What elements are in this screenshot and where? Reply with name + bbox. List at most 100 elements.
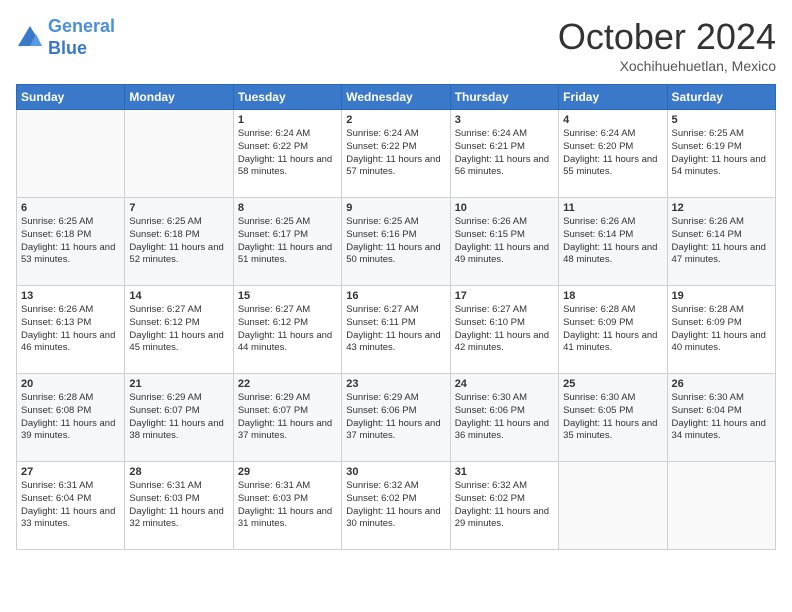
- logo: General Blue: [16, 16, 115, 59]
- calendar-cell: 17 Sunrise: 6:27 AM Sunset: 6:10 PM Dayli…: [450, 286, 558, 374]
- day-number: 6: [21, 202, 120, 214]
- day-number: 13: [21, 290, 120, 302]
- calendar-cell: 18 Sunrise: 6:28 AM Sunset: 6:09 PM Dayli…: [559, 286, 667, 374]
- calendar-week-row: 27 Sunrise: 6:31 AM Sunset: 6:04 PM Dayli…: [17, 462, 776, 550]
- weekday-header: Tuesday: [233, 85, 341, 110]
- calendar-cell: 30Sunrise: 6:32 AM Sunset: 6:02 PM Dayli…: [342, 462, 450, 550]
- logo-icon: [16, 24, 44, 52]
- calendar-cell: 21 Sunrise: 6:29 AM Sunset: 6:07 PM Dayli…: [125, 374, 233, 462]
- weekday-header: Sunday: [17, 85, 125, 110]
- calendar-cell: [559, 462, 667, 550]
- cell-content: Sunrise: 6:27 AM Sunset: 6:11 PM Dayligh…: [346, 304, 445, 355]
- calendar-cell: 28 Sunrise: 6:31 AM Sunset: 6:03 PM Dayli…: [125, 462, 233, 550]
- cell-content: Sunrise: 6:25 AM Sunset: 6:18 PM Dayligh…: [21, 216, 120, 267]
- day-number: 16: [346, 290, 445, 302]
- cell-content: Sunrise: 6:24 AM Sunset: 6:21 PM Dayligh…: [455, 128, 554, 179]
- day-number: 10: [455, 202, 554, 214]
- cell-content: Sunrise: 6:25 AM Sunset: 6:19 PM Dayligh…: [672, 128, 771, 179]
- title-block: October 2024 Xochihuehuetlan, Mexico: [558, 16, 776, 74]
- cell-content: Sunrise: 6:30 AM Sunset: 6:06 PM Dayligh…: [455, 392, 554, 443]
- calendar-cell: 22Sunrise: 6:29 AM Sunset: 6:07 PM Dayli…: [233, 374, 341, 462]
- day-number: 1: [238, 114, 337, 126]
- calendar-cell: [17, 110, 125, 198]
- cell-content: Sunrise: 6:32 AM Sunset: 6:02 PM Dayligh…: [346, 480, 445, 531]
- calendar-cell: 31 Sunrise: 6:32 AM Sunset: 6:02 PM Dayli…: [450, 462, 558, 550]
- location: Xochihuehuetlan, Mexico: [558, 58, 776, 74]
- calendar-cell: 3 Sunrise: 6:24 AM Sunset: 6:21 PM Daylig…: [450, 110, 558, 198]
- calendar-body: 1 Sunrise: 6:24 AM Sunset: 6:22 PM Daylig…: [17, 110, 776, 550]
- cell-content: Sunrise: 6:31 AM Sunset: 6:03 PM Dayligh…: [129, 480, 228, 531]
- calendar-cell: 20 Sunrise: 6:28 AM Sunset: 6:08 PM Dayli…: [17, 374, 125, 462]
- calendar-cell: 2 Sunrise: 6:24 AM Sunset: 6:22 PM Daylig…: [342, 110, 450, 198]
- day-number: 21: [129, 378, 228, 390]
- logo-line1: General: [48, 16, 115, 36]
- calendar-cell: 6 Sunrise: 6:25 AM Sunset: 6:18 PM Daylig…: [17, 198, 125, 286]
- month-title: October 2024: [558, 16, 776, 58]
- weekday-row: SundayMondayTuesdayWednesdayThursdayFrid…: [17, 85, 776, 110]
- day-number: 11: [563, 202, 662, 214]
- calendar-cell: [667, 462, 775, 550]
- cell-content: Sunrise: 6:27 AM Sunset: 6:12 PM Dayligh…: [238, 304, 337, 355]
- day-number: 14: [129, 290, 228, 302]
- calendar-header: SundayMondayTuesdayWednesdayThursdayFrid…: [17, 85, 776, 110]
- calendar-week-row: 20 Sunrise: 6:28 AM Sunset: 6:08 PM Dayli…: [17, 374, 776, 462]
- day-number: 17: [455, 290, 554, 302]
- calendar-cell: [125, 110, 233, 198]
- cell-content: Sunrise: 6:28 AM Sunset: 6:08 PM Dayligh…: [21, 392, 120, 443]
- day-number: 23: [346, 378, 445, 390]
- day-number: 27: [21, 466, 120, 478]
- cell-content: Sunrise: 6:29 AM Sunset: 6:07 PM Dayligh…: [129, 392, 228, 443]
- calendar-cell: 8 Sunrise: 6:25 AM Sunset: 6:17 PM Daylig…: [233, 198, 341, 286]
- calendar-table: SundayMondayTuesdayWednesdayThursdayFrid…: [16, 84, 776, 550]
- cell-content: Sunrise: 6:24 AM Sunset: 6:20 PM Dayligh…: [563, 128, 662, 179]
- weekday-header: Saturday: [667, 85, 775, 110]
- cell-content: Sunrise: 6:27 AM Sunset: 6:10 PM Dayligh…: [455, 304, 554, 355]
- day-number: 18: [563, 290, 662, 302]
- day-number: 28: [129, 466, 228, 478]
- cell-content: Sunrise: 6:28 AM Sunset: 6:09 PM Dayligh…: [672, 304, 771, 355]
- cell-content: Sunrise: 6:26 AM Sunset: 6:14 PM Dayligh…: [563, 216, 662, 267]
- day-number: 7: [129, 202, 228, 214]
- day-number: 4: [563, 114, 662, 126]
- calendar-cell: 4 Sunrise: 6:24 AM Sunset: 6:20 PM Daylig…: [559, 110, 667, 198]
- cell-content: Sunrise: 6:31 AM Sunset: 6:04 PM Dayligh…: [21, 480, 120, 531]
- day-number: 29: [238, 466, 337, 478]
- calendar-week-row: 6 Sunrise: 6:25 AM Sunset: 6:18 PM Daylig…: [17, 198, 776, 286]
- cell-content: Sunrise: 6:30 AM Sunset: 6:05 PM Dayligh…: [563, 392, 662, 443]
- day-number: 31: [455, 466, 554, 478]
- weekday-header: Thursday: [450, 85, 558, 110]
- calendar-cell: 10Sunrise: 6:26 AM Sunset: 6:15 PM Dayli…: [450, 198, 558, 286]
- day-number: 2: [346, 114, 445, 126]
- cell-content: Sunrise: 6:25 AM Sunset: 6:18 PM Dayligh…: [129, 216, 228, 267]
- cell-content: Sunrise: 6:30 AM Sunset: 6:04 PM Dayligh…: [672, 392, 771, 443]
- calendar-cell: 15 Sunrise: 6:27 AM Sunset: 6:12 PM Dayli…: [233, 286, 341, 374]
- cell-content: Sunrise: 6:25 AM Sunset: 6:17 PM Dayligh…: [238, 216, 337, 267]
- day-number: 5: [672, 114, 771, 126]
- calendar-cell: 26 Sunrise: 6:30 AM Sunset: 6:04 PM Dayli…: [667, 374, 775, 462]
- cell-content: Sunrise: 6:24 AM Sunset: 6:22 PM Dayligh…: [346, 128, 445, 179]
- calendar-week-row: 1 Sunrise: 6:24 AM Sunset: 6:22 PM Daylig…: [17, 110, 776, 198]
- day-number: 15: [238, 290, 337, 302]
- calendar-cell: 5 Sunrise: 6:25 AM Sunset: 6:19 PM Daylig…: [667, 110, 775, 198]
- cell-content: Sunrise: 6:31 AM Sunset: 6:03 PM Dayligh…: [238, 480, 337, 531]
- cell-content: Sunrise: 6:24 AM Sunset: 6:22 PM Dayligh…: [238, 128, 337, 179]
- calendar-cell: 23Sunrise: 6:29 AM Sunset: 6:06 PM Dayli…: [342, 374, 450, 462]
- cell-content: Sunrise: 6:32 AM Sunset: 6:02 PM Dayligh…: [455, 480, 554, 531]
- calendar-week-row: 13Sunrise: 6:26 AM Sunset: 6:13 PM Dayli…: [17, 286, 776, 374]
- calendar-cell: 16 Sunrise: 6:27 AM Sunset: 6:11 PM Dayli…: [342, 286, 450, 374]
- calendar-cell: 1 Sunrise: 6:24 AM Sunset: 6:22 PM Daylig…: [233, 110, 341, 198]
- day-number: 25: [563, 378, 662, 390]
- calendar-cell: 12Sunrise: 6:26 AM Sunset: 6:14 PM Dayli…: [667, 198, 775, 286]
- day-number: 3: [455, 114, 554, 126]
- day-number: 9: [346, 202, 445, 214]
- calendar-cell: 29 Sunrise: 6:31 AM Sunset: 6:03 PM Dayli…: [233, 462, 341, 550]
- calendar-cell: 25 Sunrise: 6:30 AM Sunset: 6:05 PM Dayli…: [559, 374, 667, 462]
- cell-content: Sunrise: 6:25 AM Sunset: 6:16 PM Dayligh…: [346, 216, 445, 267]
- day-number: 8: [238, 202, 337, 214]
- cell-content: Sunrise: 6:28 AM Sunset: 6:09 PM Dayligh…: [563, 304, 662, 355]
- day-number: 20: [21, 378, 120, 390]
- cell-content: Sunrise: 6:26 AM Sunset: 6:14 PM Dayligh…: [672, 216, 771, 267]
- calendar-cell: 24Sunrise: 6:30 AM Sunset: 6:06 PM Dayli…: [450, 374, 558, 462]
- day-number: 26: [672, 378, 771, 390]
- calendar-cell: 9 Sunrise: 6:25 AM Sunset: 6:16 PM Daylig…: [342, 198, 450, 286]
